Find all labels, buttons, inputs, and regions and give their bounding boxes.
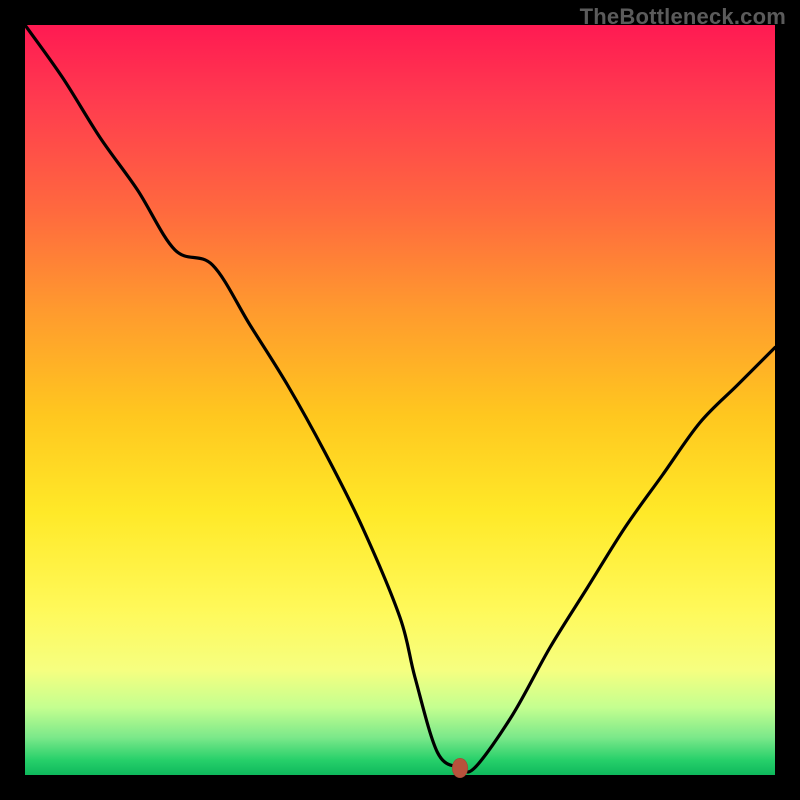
plot-area xyxy=(25,25,775,775)
bottleneck-curve xyxy=(25,25,775,775)
optimal-marker xyxy=(452,758,468,778)
chart-frame: TheBottleneck.com xyxy=(0,0,800,800)
